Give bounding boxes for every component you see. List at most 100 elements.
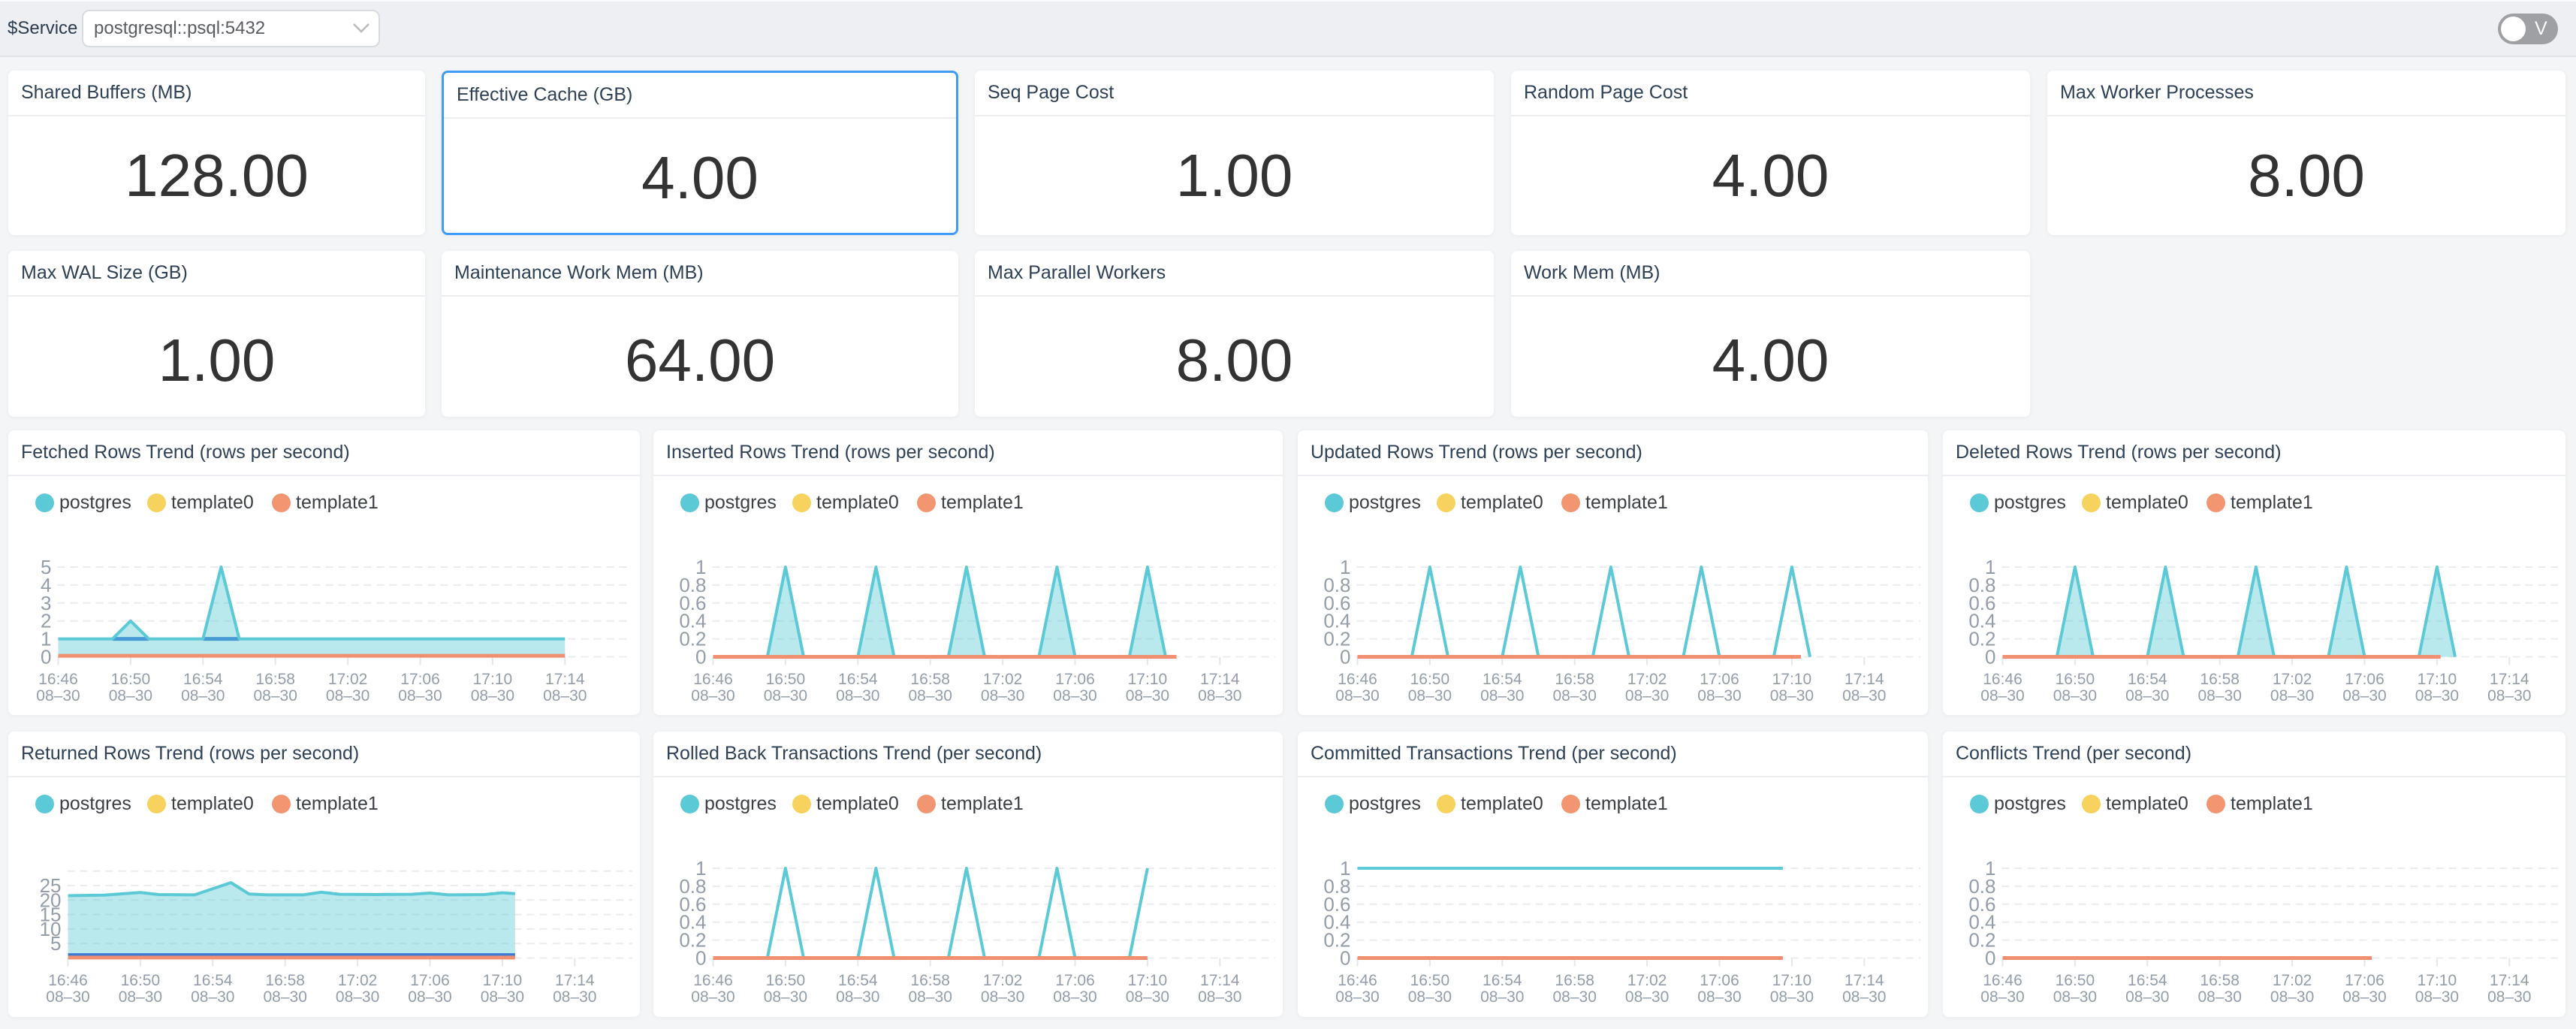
svg-text:16:58: 16:58 [1555,972,1594,989]
svg-text:08–30: 08–30 [553,988,596,1006]
svg-text:16:54: 16:54 [1483,972,1522,989]
svg-text:17:14: 17:14 [555,972,595,989]
svg-text:16:50: 16:50 [1410,972,1450,989]
svg-text:08–30: 08–30 [109,687,152,705]
svg-text:1: 1 [1985,556,1995,578]
svg-text:08–30: 08–30 [836,687,879,705]
svg-text:08–30: 08–30 [1408,988,1452,1006]
svg-text:08–30: 08–30 [2197,988,2241,1006]
svg-text:17:10: 17:10 [2418,671,2457,688]
svg-text:08–30: 08–30 [471,687,514,705]
svg-text:08–30: 08–30 [2125,687,2169,705]
svg-text:17:14: 17:14 [2490,972,2529,989]
svg-text:08–30: 08–30 [543,687,587,705]
svg-text:16:54: 16:54 [2128,671,2167,688]
svg-text:08–30: 08–30 [2487,687,2531,705]
svg-text:08–30: 08–30 [1053,687,1096,705]
svg-text:17:06: 17:06 [1700,671,1739,688]
svg-text:17:10: 17:10 [473,671,513,688]
svg-text:17:02: 17:02 [2273,671,2312,688]
svg-text:08–30: 08–30 [1053,988,1096,1006]
svg-text:16:50: 16:50 [2056,671,2095,688]
svg-text:16:54: 16:54 [183,671,223,688]
svg-text:08–30: 08–30 [2415,687,2459,705]
svg-text:08–30: 08–30 [1980,988,2024,1006]
svg-text:08–30: 08–30 [2342,687,2386,705]
svg-text:16:50: 16:50 [1410,671,1450,688]
svg-text:08–30: 08–30 [119,988,162,1006]
svg-text:17:10: 17:10 [1128,671,1168,688]
svg-text:08–30: 08–30 [253,687,297,705]
svg-text:16:54: 16:54 [1483,671,1522,688]
svg-text:16:50: 16:50 [2056,972,2095,989]
svg-text:08–30: 08–30 [1480,988,1524,1006]
svg-text:17:02: 17:02 [2273,972,2312,989]
svg-text:17:06: 17:06 [1700,972,1739,989]
svg-text:08–30: 08–30 [1697,687,1741,705]
svg-text:16:54: 16:54 [193,972,233,989]
svg-text:08–30: 08–30 [2053,988,2097,1006]
svg-text:16:58: 16:58 [2200,671,2240,688]
svg-text:08–30: 08–30 [1126,687,1169,705]
svg-text:1: 1 [695,556,706,578]
svg-text:17:14: 17:14 [1845,972,1884,989]
svg-text:25: 25 [40,874,62,897]
svg-text:16:58: 16:58 [1555,671,1594,688]
svg-text:08–30: 08–30 [1625,988,1669,1006]
svg-text:16:46: 16:46 [48,972,88,989]
svg-text:08–30: 08–30 [2125,988,2169,1006]
svg-text:08–30: 08–30 [2197,687,2241,705]
svg-text:08–30: 08–30 [1408,687,1452,705]
svg-text:16:54: 16:54 [2128,972,2167,989]
svg-text:08–30: 08–30 [764,687,807,705]
svg-text:17:02: 17:02 [338,972,378,989]
svg-text:08–30: 08–30 [326,687,370,705]
svg-text:17:02: 17:02 [328,671,368,688]
svg-text:17:14: 17:14 [1200,671,1240,688]
svg-text:17:02: 17:02 [983,972,1023,989]
svg-text:16:54: 16:54 [838,671,878,688]
svg-text:08–30: 08–30 [2270,687,2314,705]
svg-text:08–30: 08–30 [836,988,879,1006]
svg-text:08–30: 08–30 [1198,988,1241,1006]
svg-text:08–30: 08–30 [764,988,807,1006]
svg-text:17:06: 17:06 [410,972,450,989]
svg-text:08–30: 08–30 [1980,687,2024,705]
svg-text:16:46: 16:46 [693,972,733,989]
svg-text:16:58: 16:58 [910,671,950,688]
svg-text:08–30: 08–30 [1335,988,1379,1006]
svg-text:16:50: 16:50 [766,671,806,688]
svg-text:16:46: 16:46 [1983,972,2022,989]
svg-text:1: 1 [695,857,706,880]
svg-text:1: 1 [1340,857,1350,880]
svg-text:16:58: 16:58 [265,972,305,989]
svg-text:1: 1 [1340,556,1350,578]
svg-text:1: 1 [1985,857,1995,880]
svg-text:08–30: 08–30 [2053,687,2097,705]
svg-text:16:58: 16:58 [2200,972,2240,989]
svg-text:08–30: 08–30 [398,687,442,705]
svg-text:08–30: 08–30 [908,988,952,1006]
svg-text:08–30: 08–30 [2342,988,2386,1006]
svg-text:16:58: 16:58 [910,972,950,989]
svg-text:08–30: 08–30 [2270,988,2314,1006]
svg-text:16:58: 16:58 [255,671,295,688]
svg-text:08–30: 08–30 [1842,687,1886,705]
svg-text:08–30: 08–30 [408,988,451,1006]
svg-text:16:46: 16:46 [1338,972,1377,989]
svg-text:17:14: 17:14 [545,671,585,688]
svg-text:08–30: 08–30 [481,988,524,1006]
svg-text:16:46: 16:46 [38,671,78,688]
svg-text:08–30: 08–30 [1552,988,1596,1006]
svg-text:17:10: 17:10 [1772,671,1812,688]
svg-text:16:54: 16:54 [838,972,878,989]
svg-text:08–30: 08–30 [908,687,952,705]
svg-text:08–30: 08–30 [2415,988,2459,1006]
svg-text:08–30: 08–30 [191,988,234,1006]
svg-text:08–30: 08–30 [46,988,89,1006]
svg-text:08–30: 08–30 [981,988,1024,1006]
svg-text:17:10: 17:10 [2418,972,2457,989]
svg-text:17:02: 17:02 [1627,671,1667,688]
svg-text:17:06: 17:06 [400,671,440,688]
svg-text:17:02: 17:02 [1627,972,1667,989]
